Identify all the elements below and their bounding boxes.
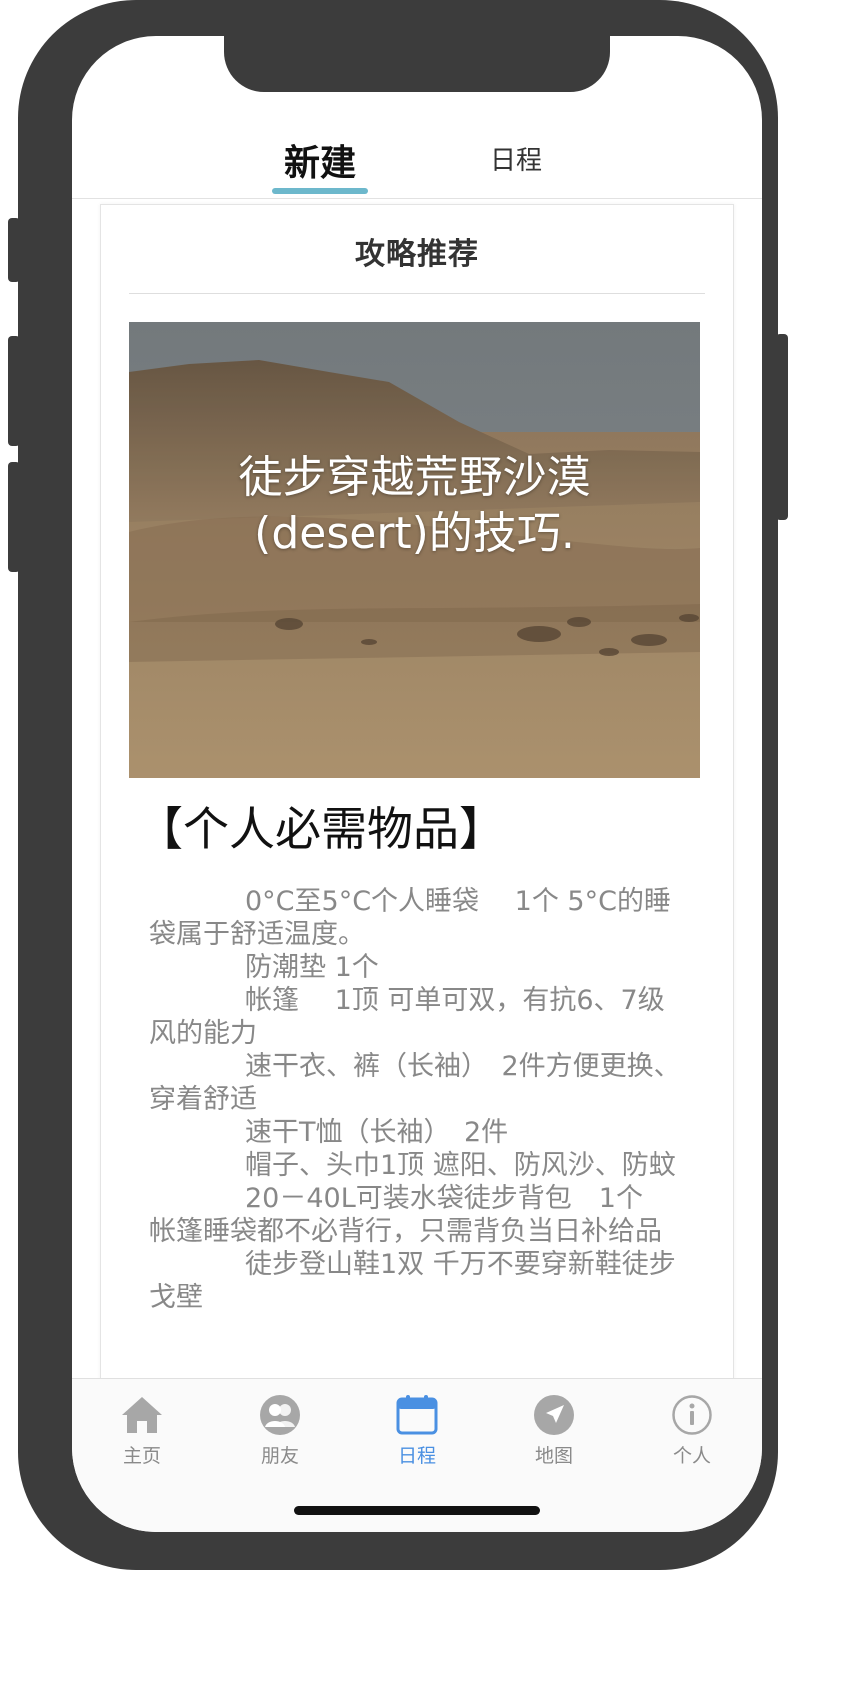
volume-down-button	[8, 462, 20, 572]
calendar-icon	[396, 1395, 438, 1435]
guide-card: 攻略推荐 徒步穿越荒野沙漠 (desert)的技巧. 【个人必需物品】 0°C至…	[100, 204, 734, 1426]
tab-schedule[interactable]: 日程	[476, 140, 556, 177]
tab-new[interactable]: 新建	[272, 134, 368, 186]
list-item: 徒步登山鞋1双 千万不要穿新鞋徒步戈壁	[149, 1249, 676, 1313]
tabbar-label-profile: 个人	[672, 1445, 711, 1467]
card-divider	[129, 293, 705, 294]
list-item: 20－40L可装水袋徒步背包 1个 帐篷睡袋都不必背行，只需背负当日补给品	[149, 1183, 670, 1247]
list-item: 速干T恤（长袖） 2件	[245, 1117, 509, 1148]
home-indicator	[294, 1506, 540, 1515]
tabbar-item-profile[interactable]: 个人	[652, 1393, 732, 1468]
phone-frame: 新建 日程 攻略推荐 徒步穿越荒野沙漠 (desert)的技巧. 【个人必需物品…	[8, 0, 788, 1570]
list-item: 速干衣、裤（长袖） 2件方便更换、穿着舒适	[149, 1051, 681, 1115]
list-item: 帐篷 1顶 可单可双，有抗6、7级风的能力	[149, 985, 665, 1049]
power-button	[776, 334, 788, 520]
tabbar-item-home[interactable]: 主页	[102, 1393, 182, 1468]
tabbar-item-friends[interactable]: 朋友	[240, 1393, 320, 1468]
mute-switch	[8, 218, 20, 282]
tabs-divider	[72, 198, 762, 199]
map-icon	[534, 1395, 574, 1435]
tabbar-label-map: 地图	[534, 1445, 573, 1467]
volume-up-button	[8, 336, 20, 446]
section-heading: 【个人必需物品】	[137, 802, 505, 856]
top-tabs: 新建 日程	[72, 118, 762, 198]
tabbar-label-home: 主页	[122, 1445, 161, 1467]
home-icon	[122, 1397, 162, 1433]
hero-title-line-2: (desert)的技巧.	[254, 508, 575, 559]
notch	[224, 36, 610, 92]
list-item: 0°C至5°C个人睡袋 1个 5°C的睡袋属于舒适温度。	[149, 886, 671, 950]
info-icon	[672, 1395, 712, 1435]
list-item: 防潮垫 1个	[245, 952, 379, 983]
list-item: 帽子、头巾1顶 遮阳、防风沙、防蚊	[245, 1150, 676, 1181]
phone-screen: 新建 日程 攻略推荐 徒步穿越荒野沙漠 (desert)的技巧. 【个人必需物品…	[72, 36, 762, 1532]
tabbar-item-map[interactable]: 地图	[514, 1393, 594, 1468]
hero-title: 徒步穿越荒野沙漠 (desert)的技巧.	[129, 450, 700, 562]
tabbar-label-schedule: 日程	[397, 1445, 436, 1467]
hero-title-line-1: 徒步穿越荒野沙漠	[238, 452, 591, 503]
card-title: 攻略推荐	[355, 237, 479, 272]
friends-icon	[260, 1395, 300, 1435]
hero-image[interactable]: 徒步穿越荒野沙漠 (desert)的技巧.	[129, 322, 700, 778]
tabbar-item-schedule[interactable]: 日程	[377, 1393, 457, 1468]
essentials-list: 0°C至5°C个人睡袋 1个 5°C的睡袋属于舒适温度。 防潮垫 1个 帐篷 1…	[149, 885, 689, 1314]
tabbar-label-friends: 朋友	[260, 1445, 299, 1467]
active-tab-indicator	[272, 188, 368, 194]
